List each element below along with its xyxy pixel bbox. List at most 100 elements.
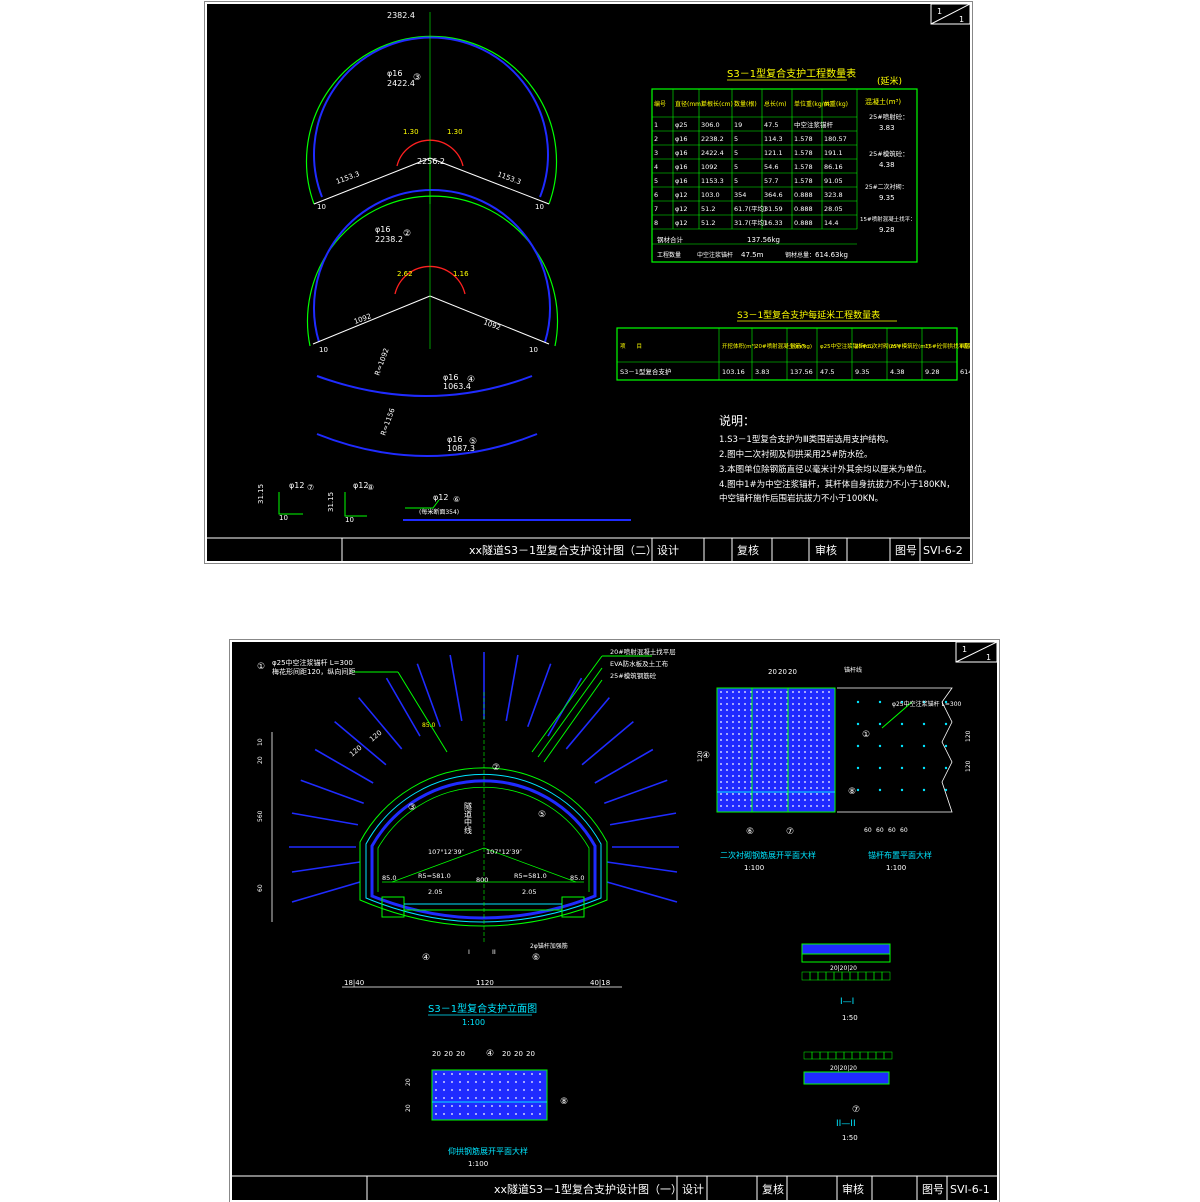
detC-dot-71 — [523, 1113, 525, 1115]
detA-dot-254 — [792, 775, 794, 777]
detC-dot-60 — [515, 1073, 517, 1075]
detC-dot-51 — [499, 1097, 501, 1099]
detA-dot-139 — [756, 805, 758, 807]
detC-dot-50 — [499, 1089, 501, 1091]
detC-dot-41 — [483, 1113, 485, 1115]
angle-left: 107°12′39″ — [428, 848, 465, 856]
detA-dot-345 — [822, 721, 824, 723]
detA-dot-268 — [798, 739, 800, 741]
detC-dot-2 — [435, 1089, 437, 1091]
detC-top-l3: 20 — [456, 1050, 465, 1058]
secI-cell-8 — [865, 971, 875, 981]
bar3-len: 2422.4 — [387, 79, 415, 88]
anchor-bolt-5 — [358, 697, 403, 750]
detA-dot-282 — [804, 703, 806, 705]
conc-1-val: 3.83 — [879, 124, 895, 132]
detA-dot-376 — [828, 787, 830, 789]
span-right: 2.05 — [522, 888, 536, 896]
small-bars-detail: 31.15 φ12 ⑦ 10 31.15 φ12 ⑧ 10 φ12 ⑥ (每米断… — [257, 481, 631, 524]
qty-cell-6-4: 31.59 — [764, 205, 783, 213]
detC-dot-61 — [515, 1081, 517, 1083]
qty-cell-1-3: 5 — [734, 135, 738, 143]
steel-label: 钢材合计 — [657, 235, 684, 244]
detC-dot-70 — [523, 1105, 525, 1107]
detA-dot-217 — [780, 793, 782, 795]
detA-dot-136 — [756, 787, 758, 789]
anchor-bolt-7 — [416, 663, 441, 727]
detA-dot-301 — [810, 697, 812, 699]
sum-cell-6: 4.38 — [890, 368, 904, 376]
detA-dot-83 — [744, 709, 746, 711]
sum-header-1: 开挖体积(m³) — [722, 342, 756, 350]
detA-dot-159 — [762, 805, 764, 807]
radius-right: R5=581.0 — [514, 872, 547, 880]
detA-dot-194 — [774, 775, 776, 777]
detC-dot-13 — [451, 1081, 453, 1083]
detA-dot-313 — [810, 769, 812, 771]
detA-dot-338 — [816, 799, 818, 801]
design-label: 设计 — [657, 544, 679, 557]
detA-dot-278 — [798, 799, 800, 801]
bar6-callout: ⑥ — [453, 495, 460, 504]
detA-dot-36 — [726, 787, 728, 789]
section-c3: ③ — [408, 803, 416, 813]
detA-dot-30 — [726, 751, 728, 753]
detA-dot-377 — [828, 793, 830, 795]
detA-dot-8 — [720, 739, 722, 741]
detC-dot-25 — [467, 1081, 469, 1083]
detC-dot-67 — [523, 1081, 525, 1083]
dim-top-3: 85.0 — [422, 722, 436, 729]
detC-dot-30 — [475, 1073, 477, 1075]
bar4-dia: φ16 — [443, 373, 458, 382]
detC-top-r3: 20 — [526, 1050, 535, 1058]
detC-top-r: 20 — [502, 1050, 511, 1058]
detail-lining-rebar: 20 20 20 120 ⑥ ⑦ ④ ⑧ 二次衬砌钢筋展开平面大样 1:100 — [697, 668, 856, 872]
detA-dot-276 — [798, 787, 800, 789]
qty-cell-5-4: 364.6 — [764, 191, 783, 199]
detA-dot-259 — [792, 805, 794, 807]
detA-dot-92 — [744, 763, 746, 765]
detA-dot-140 — [762, 691, 764, 693]
qty-cell-7-3: 31.7(平均) — [734, 218, 767, 227]
qty-cell-4-0: 5 — [654, 177, 658, 185]
detA-c8: ⑧ — [848, 787, 856, 797]
detC-dot-20 — [459, 1089, 461, 1091]
detA-scale: 1:100 — [744, 864, 764, 872]
detA-dot-135 — [756, 781, 758, 783]
right-leg-b: 1092 — [482, 318, 501, 332]
detA-dot-262 — [798, 703, 800, 705]
detA-dot-48 — [732, 739, 734, 741]
qty-cell-6-5: 0.888 — [794, 205, 813, 213]
detA-dot-247 — [792, 733, 794, 735]
detA-dot-176 — [768, 787, 770, 789]
secI-cell-2 — [817, 971, 827, 981]
detA-dot-54 — [732, 775, 734, 777]
bar6-dia: φ12 — [433, 493, 448, 502]
detA-dot-352 — [822, 763, 824, 765]
detC-c8: ⑧ — [560, 1097, 568, 1107]
callout-r3: 25#模筑钢筋砼 — [610, 671, 657, 680]
detA-dot-305 — [810, 721, 812, 723]
detA-dot-23 — [726, 709, 728, 711]
detC-dot-62 — [515, 1089, 517, 1091]
anchor-len-label: 中空注浆锚杆 — [697, 251, 733, 259]
qty-header-2: 单根长(cm) — [701, 100, 733, 108]
bar3-callout: ③ — [413, 73, 421, 83]
detA-dot-1 — [720, 697, 722, 699]
detA-dot-331 — [816, 757, 818, 759]
detA-dot-42 — [732, 703, 734, 705]
dim-top-2: 120 — [368, 729, 383, 744]
qty-header-6: 共重(kg) — [824, 100, 848, 108]
detA-dot-273 — [798, 769, 800, 771]
qty-cell-2-5: 1.578 — [794, 149, 813, 157]
detA-dot-50 — [732, 751, 734, 753]
detA-dot-15 — [720, 781, 722, 783]
detA-dot-374 — [828, 775, 830, 777]
detA-dot-183 — [774, 709, 776, 711]
detA-dot-241 — [792, 697, 794, 699]
detA-dot-365 — [828, 721, 830, 723]
detA-dot-308 — [810, 739, 812, 741]
detC-dot-8 — [443, 1089, 445, 1091]
corner-box: 1 1 — [930, 4, 970, 25]
design-label: 设计 — [682, 1183, 704, 1196]
